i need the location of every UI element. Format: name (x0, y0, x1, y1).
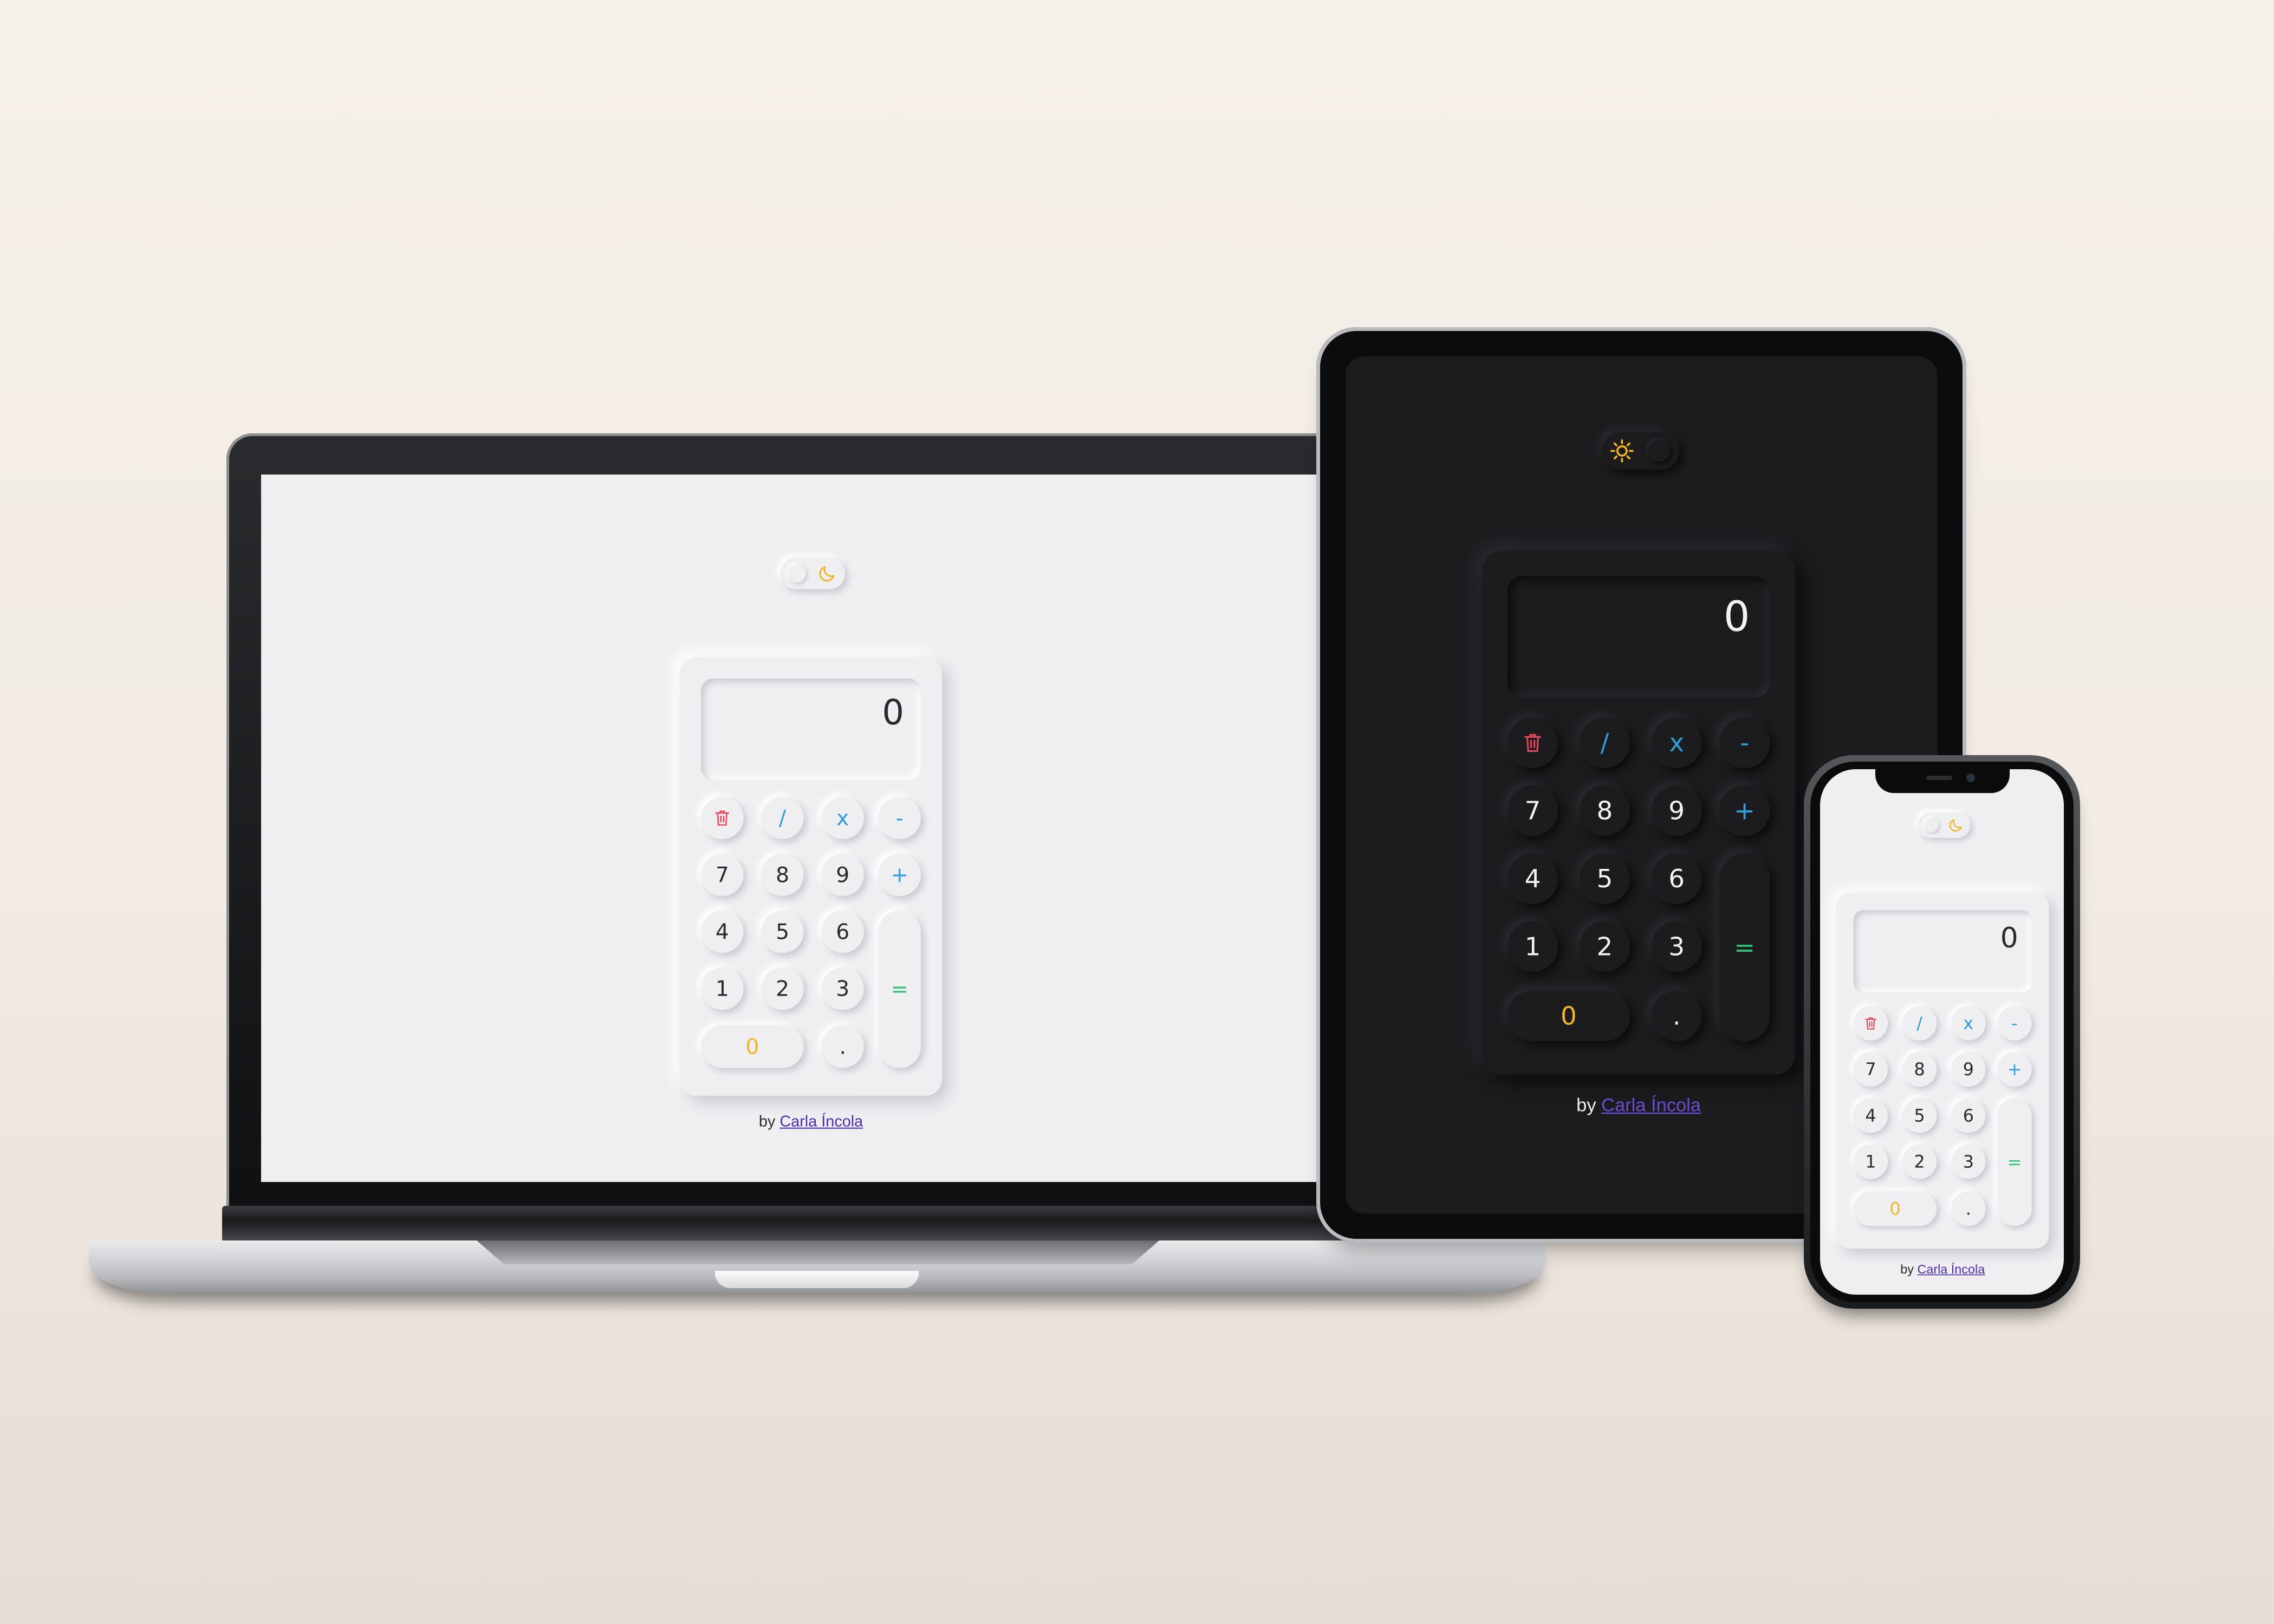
credit-prefix: by (1900, 1262, 1914, 1276)
delete-button[interactable] (1853, 1006, 1888, 1041)
divide-button[interactable]: / (1902, 1006, 1937, 1041)
trash-icon (715, 810, 730, 826)
key-8[interactable]: 8 (1579, 785, 1630, 836)
divide-button[interactable]: / (761, 796, 804, 840)
toggle-knob[interactable] (1648, 440, 1670, 462)
plus-button[interactable]: + (1719, 785, 1770, 836)
key-4[interactable]: 4 (1853, 1098, 1888, 1133)
key-1[interactable]: 1 (1853, 1144, 1888, 1179)
key-7[interactable]: 7 (1853, 1052, 1888, 1087)
equals-button[interactable]: = (1719, 853, 1770, 1042)
credit-prefix: by (1576, 1094, 1596, 1115)
key-7[interactable]: 7 (1507, 785, 1558, 836)
author-link[interactable]: Carla Íncola (1601, 1095, 1701, 1115)
phone-camera (1966, 774, 1975, 782)
key-2[interactable]: 2 (761, 967, 804, 1010)
calculator-body: 0 / x - 7 8 9 + 4 5 6 = 1 2 3 0 . (1482, 550, 1796, 1075)
calculator-body: 0 / x - 7 8 9 + 4 5 6 = 1 2 3 0 . (680, 657, 943, 1096)
minus-button[interactable]: - (878, 796, 921, 840)
key-7[interactable]: 7 (701, 853, 744, 897)
calculator-body: 0 / x - 7 8 9 + 4 5 6 = 1 2 3 0 . (1836, 893, 2049, 1249)
key-8[interactable]: 8 (1902, 1052, 1937, 1087)
key-2[interactable]: 2 (1902, 1144, 1937, 1179)
key-9[interactable]: 9 (821, 853, 864, 897)
delete-button[interactable] (701, 796, 744, 840)
key-9[interactable]: 9 (1651, 785, 1702, 836)
moon-icon (819, 566, 835, 582)
equals-button[interactable]: = (878, 910, 921, 1068)
key-0[interactable]: 0 (701, 1025, 804, 1068)
author-link[interactable]: Carla Íncola (779, 1113, 863, 1130)
calculator-display: 0 (1507, 576, 1770, 698)
laptop-camera (820, 454, 827, 460)
key-1[interactable]: 1 (1507, 921, 1558, 972)
calculator-display: 0 (1853, 910, 2032, 993)
laptop-keyboard-edge (477, 1240, 1159, 1264)
phone-notch (1875, 769, 2010, 793)
decimal-button[interactable]: . (1951, 1191, 1986, 1226)
minus-button[interactable]: - (1719, 717, 1770, 768)
calculator-display: 0 (701, 678, 921, 780)
divide-button[interactable]: / (1579, 717, 1630, 768)
plus-button[interactable]: + (1997, 1052, 2032, 1087)
key-6[interactable]: 6 (821, 910, 864, 953)
multiply-button[interactable]: x (821, 796, 864, 840)
credit-line: by Carla Íncola (1836, 1262, 2049, 1277)
theme-toggle[interactable] (1918, 813, 1971, 838)
multiply-button[interactable]: x (1951, 1006, 1986, 1041)
key-5[interactable]: 5 (1579, 853, 1630, 904)
key-6[interactable]: 6 (1951, 1098, 1986, 1133)
key-4[interactable]: 4 (1507, 853, 1558, 904)
plus-button[interactable]: + (878, 853, 921, 897)
key-1[interactable]: 1 (701, 967, 744, 1010)
key-0[interactable]: 0 (1507, 990, 1630, 1042)
laptop-screen: 0 / x - 7 8 9 + 4 5 6 = 1 2 3 0 . by Car… (261, 475, 1392, 1182)
theme-toggle[interactable] (780, 558, 845, 589)
trash-icon (1865, 1017, 1876, 1030)
key-9[interactable]: 9 (1951, 1052, 1986, 1087)
sun-icon (1610, 439, 1634, 463)
key-3[interactable]: 3 (821, 967, 864, 1010)
credit-line: by Carla Íncola (680, 1113, 942, 1131)
laptop-trackpad-notch (715, 1271, 919, 1288)
author-link[interactable]: Carla Íncola (1917, 1262, 1985, 1276)
key-8[interactable]: 8 (761, 853, 804, 897)
delete-button[interactable] (1507, 717, 1558, 768)
key-5[interactable]: 5 (761, 910, 804, 953)
trash-icon (1524, 734, 1541, 752)
key-4[interactable]: 4 (701, 910, 744, 953)
decimal-button[interactable]: . (821, 1025, 864, 1068)
key-2[interactable]: 2 (1579, 921, 1630, 972)
key-5[interactable]: 5 (1902, 1098, 1937, 1133)
moon-icon (1949, 819, 1962, 832)
equals-button[interactable]: = (1997, 1098, 2032, 1226)
toggle-knob[interactable] (1924, 818, 1939, 833)
theme-toggle[interactable] (1602, 432, 1680, 470)
phone-screen: 0 / x - 7 8 9 + 4 5 6 = 1 2 3 0 . by Car… (1820, 769, 2064, 1295)
credit-prefix: by (758, 1112, 776, 1130)
key-6[interactable]: 6 (1651, 853, 1702, 904)
decimal-button[interactable]: . (1651, 990, 1702, 1042)
toggle-knob[interactable] (788, 564, 806, 583)
multiply-button[interactable]: x (1651, 717, 1702, 768)
credit-line: by Carla Íncola (1482, 1095, 1795, 1116)
minus-button[interactable]: - (1997, 1006, 2032, 1041)
key-0[interactable]: 0 (1853, 1191, 1937, 1226)
key-3[interactable]: 3 (1951, 1144, 1986, 1179)
phone-speaker (1926, 776, 1952, 780)
key-3[interactable]: 3 (1651, 921, 1702, 972)
laptop-hinge (222, 1206, 1426, 1243)
